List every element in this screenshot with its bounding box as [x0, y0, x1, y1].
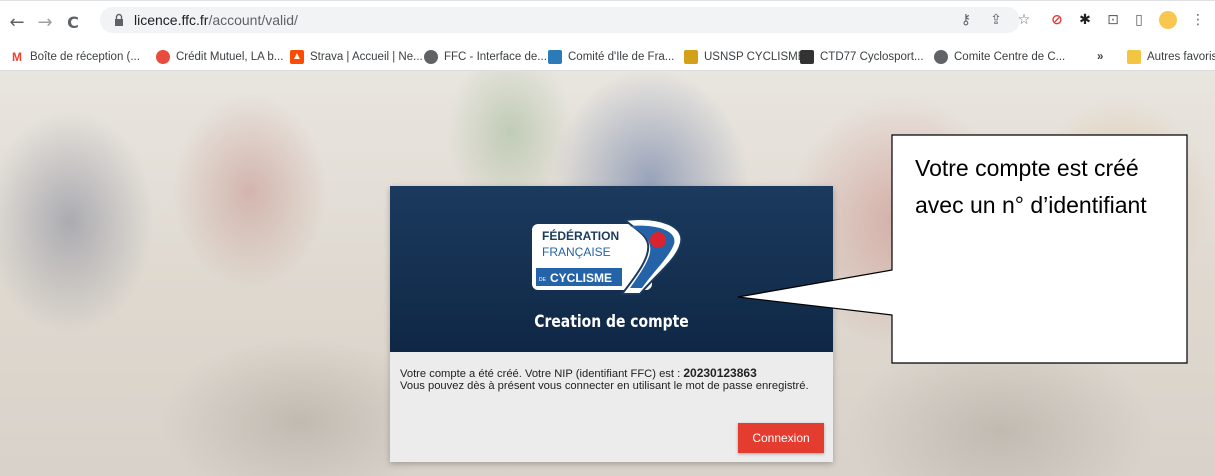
folder-icon [1127, 50, 1141, 64]
bookmarks-overflow-button[interactable]: » [1097, 48, 1103, 66]
side-panel-icon[interactable]: ▯ [1128, 9, 1150, 31]
callout-text: Votre compte est créé avec un n° d’ident… [915, 155, 1147, 218]
bookmark-gmail[interactable]: M Boîte de réception (... [10, 48, 140, 66]
globe-icon [424, 50, 438, 64]
extensions-icon[interactable]: ✱ [1074, 9, 1096, 31]
logo-line-1: FÉDÉRATION [542, 228, 619, 243]
card-title: Creation de compte [534, 312, 689, 332]
bookmark-label: Comité d'Ile de Fra... [568, 51, 675, 63]
logo-prefix: DE [539, 277, 547, 283]
profile-avatar-icon[interactable] [1157, 9, 1179, 31]
ffc-logo: FÉDÉRATION FRANÇAISE DE CYCLISME [532, 218, 683, 295]
bookmark-strava[interactable]: ▲ Strava | Accueil | Ne... [290, 48, 423, 66]
usnsp-icon [684, 50, 698, 64]
bookmarks-bar: M Boîte de réception (... Crédit Mutuel,… [0, 44, 1215, 71]
message-text: Votre compte a été créé. Votre NIP (iden… [400, 368, 684, 380]
logo-line-3: CYCLISME [550, 271, 612, 285]
bookmark-comite-centre[interactable]: Comite Centre de C... [934, 48, 1065, 66]
logo-line-2: FRANÇAISE [542, 245, 611, 259]
cast-icon[interactable]: ⊡ [1102, 9, 1124, 31]
page-background: FÉDÉRATION FRANÇAISE DE CYCLISME Creatio… [0, 71, 1215, 476]
browser-toolbar: ← → C licence.ffc.fr/account/valid/ ⚷ ⇪ … [0, 0, 1215, 45]
bookmark-ctd77[interactable]: CTD77 Cyclosport... [800, 48, 924, 66]
confirmation-message: Votre compte a été créé. Votre NIP (iden… [400, 367, 820, 392]
adblock-icon[interactable]: ⊘ [1046, 9, 1068, 31]
bookmark-label: USNSP CYCLISME [704, 51, 806, 63]
back-icon[interactable]: ← [6, 11, 28, 33]
other-bookmarks-folder[interactable]: Autres favoris [1127, 48, 1215, 66]
strava-icon: ▲ [290, 50, 304, 64]
bookmark-ffc[interactable]: FFC - Interface de... [424, 48, 547, 66]
bookmark-label: Boîte de réception (... [30, 51, 140, 63]
account-created-card: FÉDÉRATION FRANÇAISE DE CYCLISME Creatio… [390, 186, 833, 462]
comite-icon [548, 50, 562, 64]
bookmark-label: FFC - Interface de... [444, 51, 547, 63]
share-icon[interactable]: ⇪ [985, 9, 1007, 31]
bookmark-usnsp[interactable]: USNSP CYCLISME [684, 48, 805, 66]
bookmark-credit-mutuel[interactable]: Crédit Mutuel, LA b... [156, 48, 283, 66]
bookmark-label: Comite Centre de C... [954, 51, 1066, 63]
bookmark-label: Strava | Accueil | Ne... [310, 51, 423, 63]
bookmark-label: Crédit Mutuel, LA b... [176, 51, 284, 63]
menu-icon[interactable]: ⋮ [1187, 9, 1209, 31]
ctd77-icon [800, 50, 814, 64]
url-text: licence.ffc.fr/account/valid/ [134, 12, 298, 28]
bookmark-star-icon[interactable]: ☆ [1013, 9, 1035, 31]
message-line-2: Vous pouvez dès à présent vous connecter… [400, 380, 809, 392]
nip-value: 20230123863 [683, 366, 757, 380]
other-bookmarks-label: Autres favoris [1147, 51, 1215, 63]
address-bar[interactable]: licence.ffc.fr/account/valid/ [100, 7, 1020, 33]
forward-icon[interactable]: → [34, 11, 56, 33]
lock-icon [115, 13, 123, 26]
bookmark-label: CTD77 Cyclosport... [820, 51, 924, 63]
password-key-icon[interactable]: ⚷ [955, 9, 977, 31]
reload-icon[interactable]: C [62, 11, 84, 33]
connexion-button[interactable]: Connexion [738, 423, 824, 453]
gmail-icon: M [12, 50, 22, 64]
card-header: FÉDÉRATION FRANÇAISE DE CYCLISME Creatio… [390, 186, 833, 352]
globe-icon [934, 50, 948, 64]
bookmark-comite[interactable]: Comité d'Ile de Fra... [548, 48, 674, 66]
credit-mutuel-icon [156, 50, 170, 64]
